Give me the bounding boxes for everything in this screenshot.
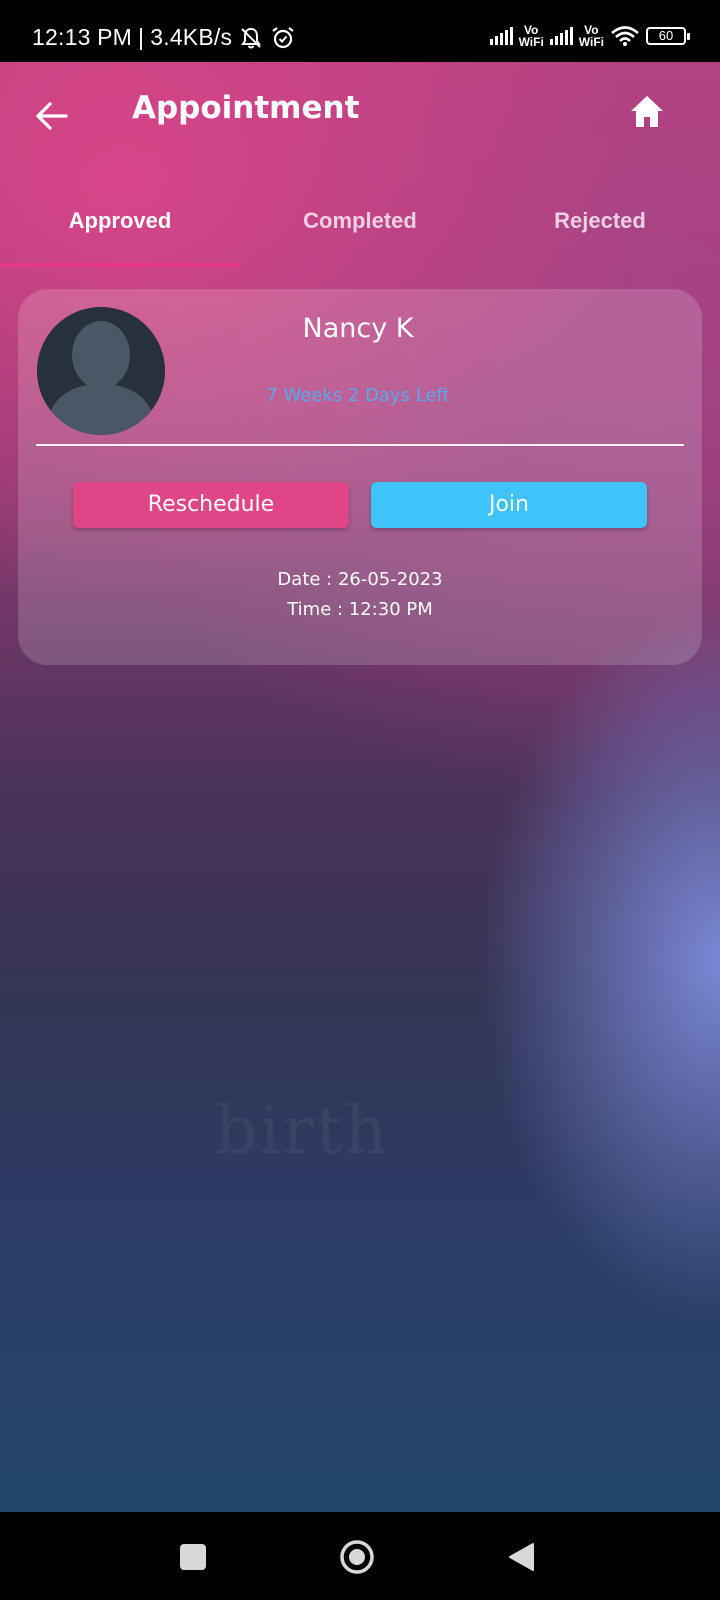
appointment-date: Date : 26-05-2023 <box>277 569 443 590</box>
home-icon <box>631 96 663 127</box>
vowifi-label: WiFi <box>578 35 604 49</box>
tab-bar: Approved Completed Rejected <box>0 182 720 266</box>
signal-icon <box>489 27 513 45</box>
status-left: 12:13 PM | 3.4KB/s <box>32 24 296 51</box>
vowifi-label: WiFi <box>518 35 544 49</box>
appointment-card: Nancy K 7 Weeks 2 Days Left Reschedule J… <box>18 289 702 665</box>
appointment-time: Time : 12:30 PM <box>287 599 433 620</box>
status-bar: 12:13 PM | 3.4KB/s Vo WiFi Vo WiFi 60 <box>0 0 720 62</box>
back-button[interactable] <box>32 96 72 136</box>
back-triangle-icon[interactable] <box>505 1540 537 1574</box>
alarm-icon <box>270 25 296 51</box>
avatar <box>37 307 165 435</box>
tab-approved[interactable]: Approved <box>0 182 240 266</box>
patient-name: Nancy K <box>302 313 414 344</box>
person-placeholder-icon <box>37 307 165 435</box>
wifi-icon <box>610 25 640 47</box>
vowifi-badge: Vo WiFi <box>519 24 544 48</box>
bell-muted-icon <box>238 25 264 51</box>
time-left: 7 Weeks 2 Days Left <box>266 385 450 406</box>
battery-icon: 60 <box>646 27 690 45</box>
home-circle-icon[interactable] <box>339 1539 375 1575</box>
status-time: 12:13 PM <box>32 24 133 50</box>
status-separator: | <box>138 24 145 50</box>
divider <box>36 444 684 446</box>
tab-indicator <box>0 263 240 267</box>
app-screen: birth Appointment Approved Completed Rej… <box>0 62 720 1512</box>
tab-completed[interactable]: Completed <box>240 182 480 266</box>
signal-icon <box>549 27 573 45</box>
system-nav-bar <box>0 1512 720 1600</box>
status-speed: 3.4KB/s <box>150 24 233 50</box>
reschedule-button[interactable]: Reschedule <box>73 482 349 528</box>
page-title: Appointment <box>132 90 360 126</box>
vowifi-badge: Vo WiFi <box>579 24 604 48</box>
join-button[interactable]: Join <box>371 482 647 528</box>
status-right: Vo WiFi Vo WiFi 60 <box>489 24 690 48</box>
recent-apps-icon[interactable] <box>180 1544 206 1570</box>
watermark: birth <box>215 1092 389 1169</box>
tab-rejected[interactable]: Rejected <box>480 182 720 266</box>
home-button[interactable] <box>627 92 667 132</box>
back-arrow-icon <box>36 102 68 130</box>
